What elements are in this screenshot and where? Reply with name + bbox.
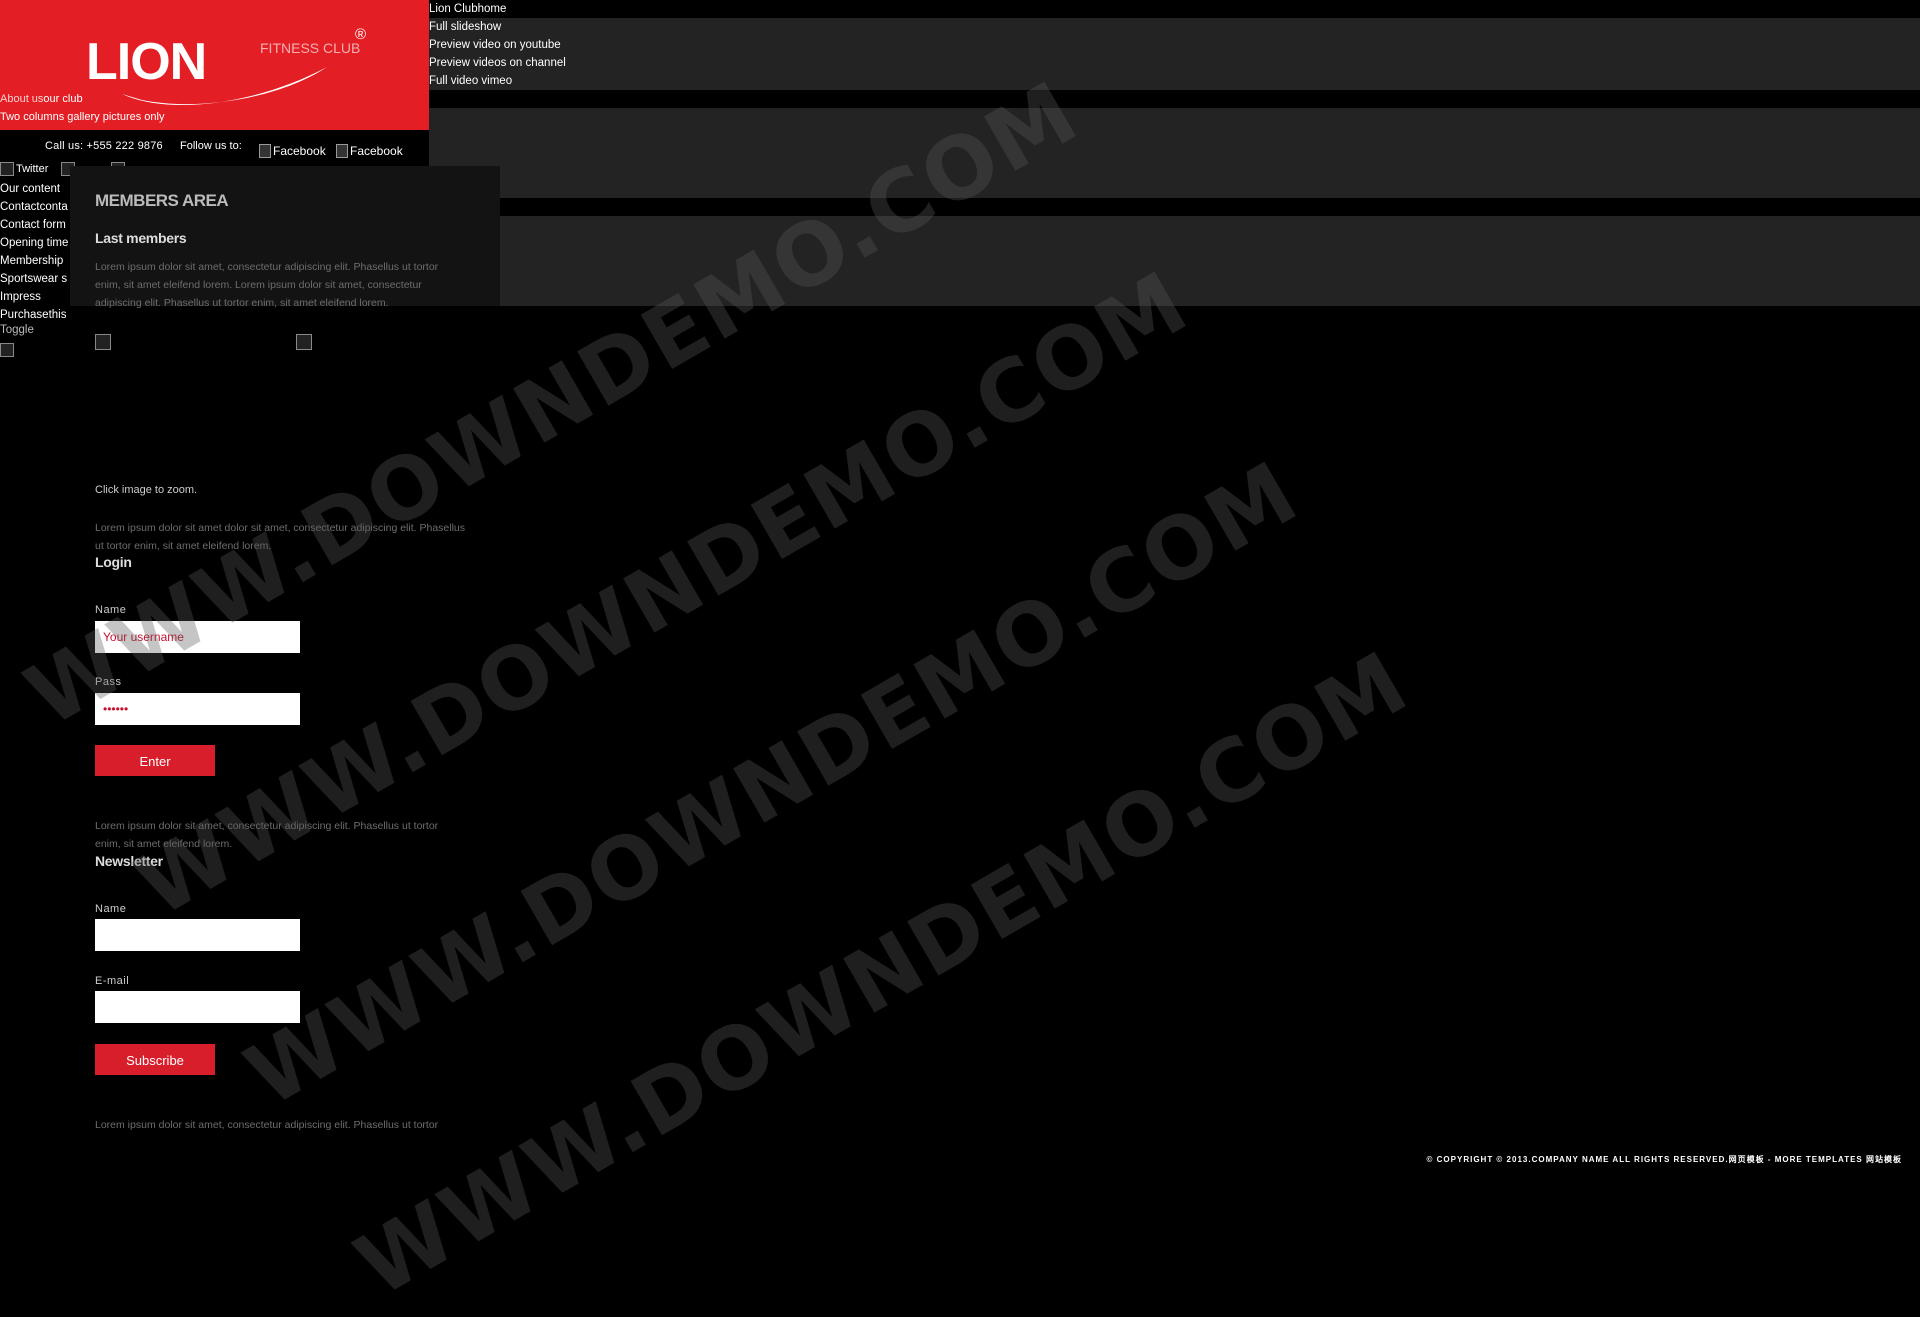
subscribe-button[interactable]: Subscribe [95, 1044, 215, 1075]
login-pass-label: Pass [95, 676, 122, 688]
top-menu-item-youtube[interactable]: Preview video on youtube [429, 36, 566, 54]
facebook-link[interactable]: Facebook [336, 144, 403, 158]
facebook-icon [259, 144, 271, 158]
side-nav: Our content Contactconta Contact form Op… [0, 180, 68, 324]
copyright-text: © COPYRIGHT © 2013.COMPANY NAME ALL RIGH… [1426, 1155, 1902, 1164]
enter-button[interactable]: Enter [95, 745, 215, 776]
last-members-title: Last members [95, 230, 187, 246]
header-band [429, 108, 1920, 198]
twitter-alt-text[interactable]: Twitter [16, 163, 48, 175]
top-menu-item-home[interactable]: Lion Clubhome [429, 0, 566, 18]
facebook-alt-text: Facebook [273, 144, 326, 158]
toggle-link[interactable]: Toggle [0, 324, 34, 336]
side-nav-item[interactable]: Purchasethis [0, 306, 68, 324]
watermark: WWW.DOWNDEMO.COM [340, 632, 1425, 1317]
side-nav-item[interactable]: Sportswear s [0, 270, 68, 288]
members-area-title: MEMBERS AREA [95, 191, 229, 210]
header-band [429, 18, 1920, 90]
logo-subtitle: FITNESS CLUB [260, 40, 361, 56]
about-link-part2: our club [43, 93, 83, 105]
side-nav-item[interactable]: Impress [0, 288, 68, 306]
newsletter-description: Lorem ipsum dolor sit amet, consectetur … [95, 1119, 439, 1131]
header-band [429, 216, 1920, 306]
top-menu-label: Lion Club [429, 3, 478, 15]
members-description: Lorem ipsum dolor sit amet, consectetur … [95, 261, 439, 309]
top-menu-item-channel[interactable]: Preview videos on channel [429, 54, 566, 72]
newsletter-email-label: E-mail [95, 975, 130, 987]
top-menu-item-slideshow[interactable]: Full slideshow [429, 18, 566, 36]
password-input[interactable] [95, 693, 300, 725]
login-title: Login [95, 554, 132, 570]
side-nav-item[interactable]: Membership [0, 252, 68, 270]
top-menu-item-vimeo[interactable]: Full video vimeo [429, 72, 566, 90]
side-nav-item[interactable]: Our content [0, 180, 68, 198]
newsletter-email-input[interactable] [95, 991, 300, 1023]
zoom-note: Click image to zoom. [95, 484, 198, 496]
top-menu-label-home: home [477, 3, 507, 15]
newsletter-name-input[interactable] [95, 919, 300, 951]
side-nav-item[interactable]: Contact form [0, 216, 68, 234]
side-nav-item[interactable]: Contactconta [0, 198, 68, 216]
top-menu: Lion Clubhome Full slideshow Preview vid… [429, 0, 566, 90]
login-description: Lorem ipsum dolor sit amet, consectetur … [95, 820, 439, 850]
about-link-part1: About us [0, 93, 44, 105]
side-nav-item[interactable]: Opening time [0, 234, 68, 252]
two-columns-gallery-link[interactable]: Two columns gallery pictures only [0, 108, 164, 126]
member-thumbnail[interactable] [95, 334, 111, 350]
facebook-alt-text: Facebook [350, 144, 403, 158]
newsletter-name-label: Name [95, 903, 127, 915]
members-text: Lorem ipsum dolor sit amet dolor sit ame… [95, 522, 466, 552]
facebook-link[interactable]: Facebook [259, 144, 326, 158]
member-thumbnail[interactable] [296, 334, 312, 350]
about-link[interactable]: About usour club [0, 90, 83, 108]
newsletter-title: Newsletter [95, 853, 163, 869]
follow-us-text: Follow us to: [180, 140, 242, 152]
call-us-text: Call us: +555 222 9876 [45, 140, 163, 152]
logo-wordmark: LION [86, 33, 207, 91]
registered-mark: ® [355, 26, 367, 43]
login-name-label: Name [95, 604, 127, 616]
social-icon[interactable] [0, 162, 14, 176]
username-input[interactable] [95, 621, 300, 653]
toggle-image-icon[interactable] [0, 343, 14, 357]
facebook-icon [336, 144, 348, 158]
